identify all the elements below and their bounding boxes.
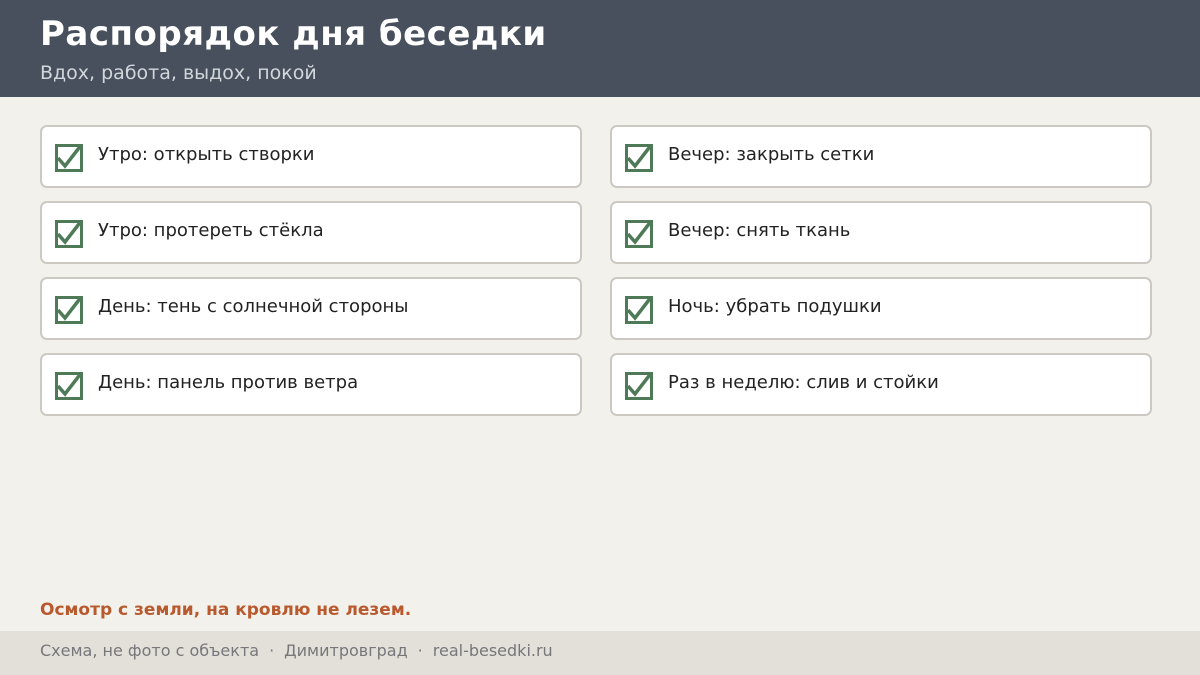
footer-site-link[interactable]: real-besedki.ru (433, 641, 553, 660)
task-label: Ночь: убрать подушки (668, 296, 882, 317)
task-card[interactable]: День: панель против ветра (40, 353, 582, 416)
checkbox-checked-icon[interactable] (625, 372, 653, 400)
task-card[interactable]: Вечер: закрыть сетки (610, 125, 1152, 188)
checkbox-checked-icon[interactable] (55, 296, 83, 324)
footer: Схема, не фото с объекта · Димитровград · re… (0, 631, 1200, 675)
checkbox-checked-icon[interactable] (55, 144, 83, 172)
task-card[interactable]: Утро: открыть створки (40, 125, 582, 188)
page-title: Распорядок дня беседки (40, 14, 547, 54)
task-card[interactable]: Вечер: снять ткань (610, 201, 1152, 264)
task-card[interactable]: Раз в неделю: слив и стойки (610, 353, 1152, 416)
task-card[interactable]: День: тень с солнечной стороны (40, 277, 582, 340)
safety-note: Осмотр с земли, на кровлю не лезем. (40, 600, 412, 620)
task-label: Вечер: закрыть сетки (668, 144, 875, 165)
header: Распорядок дня беседки Вдох, работа, выд… (0, 0, 1200, 97)
footer-credits: Схема, не фото с объекта · Димитровград · re… (40, 641, 553, 660)
page-subtitle: Вдох, работа, выдох, покой (40, 62, 317, 84)
task-label: Утро: протереть стёкла (98, 220, 324, 241)
checkbox-checked-icon[interactable] (625, 144, 653, 172)
footer-separator: · (269, 641, 275, 660)
task-card[interactable]: Ночь: убрать подушки (610, 277, 1152, 340)
task-label: Вечер: снять ткань (668, 220, 851, 241)
task-label: Утро: открыть створки (98, 144, 315, 165)
footer-separator: · (417, 641, 423, 660)
checkbox-checked-icon[interactable] (625, 220, 653, 248)
footer-caption: Схема, не фото с объекта (40, 641, 260, 660)
task-label: День: панель против ветра (98, 372, 359, 393)
task-card[interactable]: Утро: протереть стёкла (40, 201, 582, 264)
checkbox-checked-icon[interactable] (55, 372, 83, 400)
task-label: Раз в неделю: слив и стойки (668, 372, 939, 393)
checkbox-checked-icon[interactable] (625, 296, 653, 324)
checkbox-checked-icon[interactable] (55, 220, 83, 248)
task-label: День: тень с солнечной стороны (98, 296, 409, 317)
footer-city: Димитровград (284, 641, 408, 660)
